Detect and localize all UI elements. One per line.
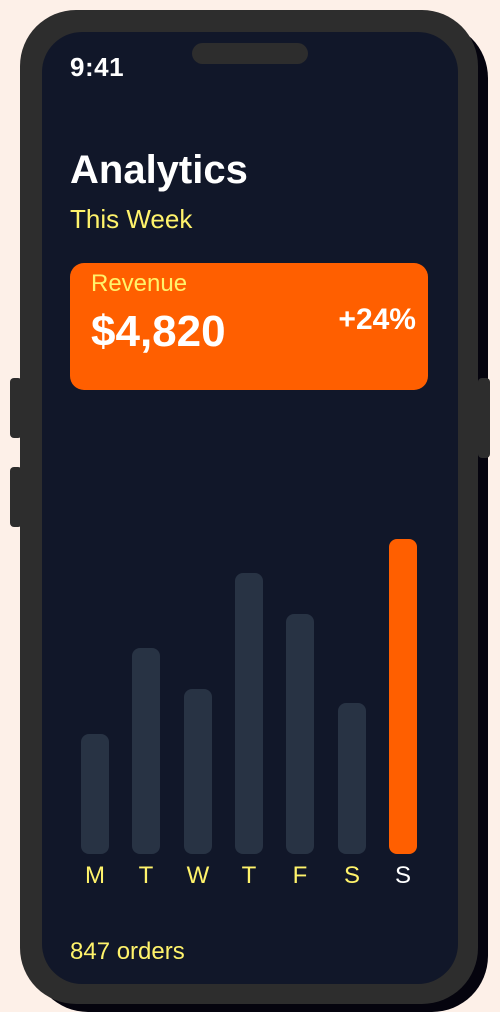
chart-day-label: W xyxy=(186,862,210,889)
chart-day-label: T xyxy=(241,862,257,889)
chart-day-label: S xyxy=(394,862,411,889)
page: 9:41 Analytics This Week Revenue $4,820 … xyxy=(0,0,500,1012)
chart-day-label: F xyxy=(292,862,308,889)
chart-bar[interactable] xyxy=(132,648,160,854)
orders-count: 847 orders xyxy=(70,938,185,965)
chart-bar[interactable] xyxy=(286,614,314,854)
chart-day-label: M xyxy=(85,862,105,889)
chart-bar[interactable] xyxy=(81,734,109,854)
chart-day-label: T xyxy=(138,862,154,889)
phone-screen: 9:41 Analytics This Week Revenue $4,820 … xyxy=(42,32,458,984)
chart-bar[interactable] xyxy=(184,689,212,854)
chart-day-label: S xyxy=(343,862,360,889)
chart-bar[interactable] xyxy=(338,703,366,854)
chart-bar[interactable] xyxy=(389,539,417,854)
chart-bar[interactable] xyxy=(235,573,263,854)
power-button[interactable] xyxy=(478,378,490,458)
weekly-bar-chart: MTWTFSS xyxy=(42,32,458,984)
